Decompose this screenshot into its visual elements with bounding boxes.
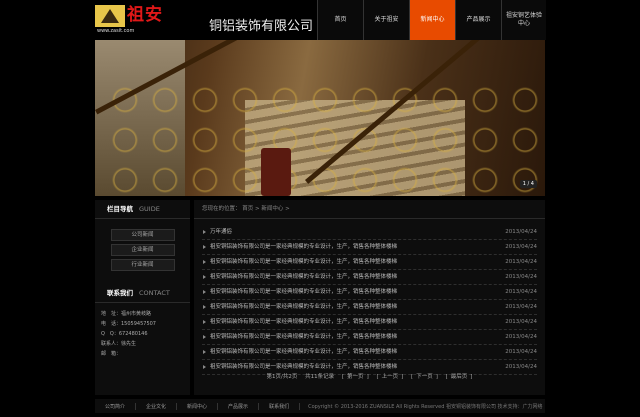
news-title-link[interactable]: 祖安铜铝装饰有限公司是一家经典规模的专业设计，生产，销售各种整体楼梯 xyxy=(202,255,397,269)
news-title-link[interactable]: 祖安铜铝装饰有限公司是一家经典规模的专业设计，生产，销售各种整体楼梯 xyxy=(202,315,397,329)
contact-title-en: CONTACT xyxy=(139,289,170,297)
contact-address: 地 址：福州市黄岐路 xyxy=(101,311,152,317)
sidebar-item-enterprise-news[interactable]: 企业新闻 xyxy=(110,244,175,256)
news-date: 2013/04/24 xyxy=(505,229,537,235)
list-item: 祖安铜铝装饰有限公司是一家经典规模的专业设计，生产，销售各种整体楼梯 2013/0… xyxy=(202,330,537,345)
nav-item-about[interactable]: 关于祖安 xyxy=(363,0,409,40)
news-date: 2013/04/24 xyxy=(505,334,537,340)
nav-item-experience-center[interactable]: 祖安铜艺体验中心 xyxy=(501,0,546,40)
contact-email: 邮 箱： xyxy=(101,351,122,357)
news-title-link[interactable]: 祖安铜铝装饰有限公司是一家经典规模的专业设计，生产，销售各种整体楼梯 xyxy=(202,345,397,359)
news-content: 您现在的位置： 首页 > 新闻中心 > 万年通俗 2013/04/24 祖安铜铝装… xyxy=(194,200,545,395)
logo-mark-icon xyxy=(95,5,125,27)
nav-item-products[interactable]: 产品展示 xyxy=(455,0,501,40)
news-date: 2013/04/24 xyxy=(505,274,537,280)
news-date: 2013/04/24 xyxy=(505,304,537,310)
news-date: 2013/04/24 xyxy=(505,289,537,295)
list-item: 祖安铜铝装饰有限公司是一家经典规模的专业设计，生产，销售各种整体楼梯 2013/0… xyxy=(202,315,537,330)
footer-link-news[interactable]: 新闻中心 xyxy=(177,402,219,410)
list-item: 祖安铜铝装饰有限公司是一家经典规模的专业设计，生产，销售各种整体楼梯 2013/0… xyxy=(202,255,537,270)
news-title-link[interactable]: 万年通俗 xyxy=(202,225,232,239)
news-date: 2013/04/24 xyxy=(505,349,537,355)
contact-phone: 电 话：15059457507 xyxy=(101,321,156,327)
list-item: 祖安铜铝装饰有限公司是一家经典规模的专业设计，生产，销售各种整体楼梯 2013/0… xyxy=(202,285,537,300)
copyright: Copyright © 2013-2016 ZUANSILE All Right… xyxy=(308,403,543,410)
list-item: 万年通俗 2013/04/24 xyxy=(202,225,537,240)
guide-heading: 栏目导航 GUIDE xyxy=(95,200,190,219)
pagination: 第1页/共2页 共11条记录 [第一页] [上一页] [下一页] [最后页] xyxy=(266,374,473,380)
nav-item-home[interactable]: 首页 xyxy=(317,0,363,40)
page-info: 第1页/共2页 xyxy=(266,374,298,380)
list-item: 祖安铜铝装饰有限公司是一家经典规模的专业设计，生产，销售各种整体楼梯 2013/0… xyxy=(202,270,537,285)
company-name: 铜铝装饰有限公司 xyxy=(209,19,314,34)
page: 祖安 www.zasit.com 铜铝装饰有限公司 首页 关于祖安 新闻中心 产… xyxy=(0,0,640,417)
guide-title-en: GUIDE xyxy=(139,205,160,213)
header: 祖安 www.zasit.com 铜铝装饰有限公司 首页 关于祖安 新闻中心 产… xyxy=(95,0,546,40)
list-item: 祖安铜铝装饰有限公司是一家经典规模的专业设计，生产，销售各种整体楼梯 2013/0… xyxy=(202,240,537,255)
news-title-link[interactable]: 祖安铜铝装饰有限公司是一家经典规模的专业设计，生产，销售各种整体楼梯 xyxy=(202,330,397,344)
contact-heading: 联系我们 CONTACT xyxy=(95,284,190,303)
guide-title: 栏目导航 xyxy=(107,205,133,213)
sidebar-item-industry-news[interactable]: 行业新闻 xyxy=(110,259,175,271)
list-item: 祖安铜铝装饰有限公司是一家经典规模的专业设计，生产，销售各种整体楼梯 2013/0… xyxy=(202,300,537,315)
last-page-link[interactable]: 最后页 xyxy=(451,374,468,380)
news-title-link[interactable]: 祖安铜铝装饰有限公司是一家经典规模的专业设计，生产，销售各种整体楼梯 xyxy=(202,240,397,254)
footer-link-contact[interactable]: 联系我们 xyxy=(259,402,301,410)
contact-qq: Q Q：672480146 xyxy=(101,331,148,337)
guide-list: 公司新闻 企业新闻 行业新闻 xyxy=(95,219,190,280)
news-list: 万年通俗 2013/04/24 祖安铜铝装饰有限公司是一家经典规模的专业设计，生产… xyxy=(194,219,545,375)
total-records: 共11条记录 xyxy=(305,374,335,380)
news-date: 2013/04/24 xyxy=(505,259,537,265)
first-page-link[interactable]: 第一页 xyxy=(347,374,364,380)
news-title-link[interactable]: 祖安铜铝装饰有限公司是一家经典规模的专业设计，生产，销售各种整体楼梯 xyxy=(202,285,397,299)
list-item: 祖安铜铝装饰有限公司是一家经典规模的专业设计，生产，销售各种整体楼梯 2013/0… xyxy=(202,345,537,360)
news-title-link[interactable]: 祖安铜铝装饰有限公司是一家经典规模的专业设计，生产，销售各种整体楼梯 xyxy=(202,300,397,314)
banner-vase xyxy=(261,148,291,196)
sidebar-item-company-news[interactable]: 公司新闻 xyxy=(110,229,175,241)
news-title-link[interactable]: 祖安铜铝装饰有限公司是一家经典规模的专业设计，生产，销售各种整体楼梯 xyxy=(202,270,397,284)
contact-title: 联系我们 xyxy=(107,289,133,297)
contact-info: 地 址：福州市黄岐路 电 话：15059457507 Q Q：672480146… xyxy=(95,303,190,359)
contact-person: 联系人：徐先生 xyxy=(101,341,137,347)
nav-item-news[interactable]: 新闻中心 xyxy=(409,0,455,40)
banner-image: 1 / 4 xyxy=(95,40,545,196)
logo[interactable]: 祖安 www.zasit.com 铜铝装饰有限公司 xyxy=(95,3,315,37)
main-nav: 首页 关于祖安 新闻中心 产品展示 祖安铜艺体验中心 xyxy=(317,0,546,40)
news-date: 2013/04/24 xyxy=(505,319,537,325)
footer-link-products[interactable]: 产品展示 xyxy=(218,402,260,410)
next-page-link[interactable]: 下一页 xyxy=(416,374,433,380)
logo-url: www.zasit.com xyxy=(97,28,135,34)
logo-brand-text: 祖安 xyxy=(127,5,163,25)
footer-link-culture[interactable]: 企业文化 xyxy=(136,402,178,410)
footer-link-about[interactable]: 公司简介 xyxy=(95,402,137,410)
prev-page-link[interactable]: 上一页 xyxy=(382,374,399,380)
banner-railing-pattern xyxy=(105,80,545,196)
sidebar: 栏目导航 GUIDE 公司新闻 企业新闻 行业新闻 联系我们 CONTACT 地 址… xyxy=(95,200,190,395)
news-date: 2013/04/24 xyxy=(505,244,537,250)
footer: 公司简介 企业文化 新闻中心 产品展示 联系我们 Copyright © 201… xyxy=(95,399,545,413)
banner-pager[interactable]: 1 / 4 xyxy=(519,180,537,188)
breadcrumb: 您现在的位置： 首页 > 新闻中心 > xyxy=(194,200,545,219)
